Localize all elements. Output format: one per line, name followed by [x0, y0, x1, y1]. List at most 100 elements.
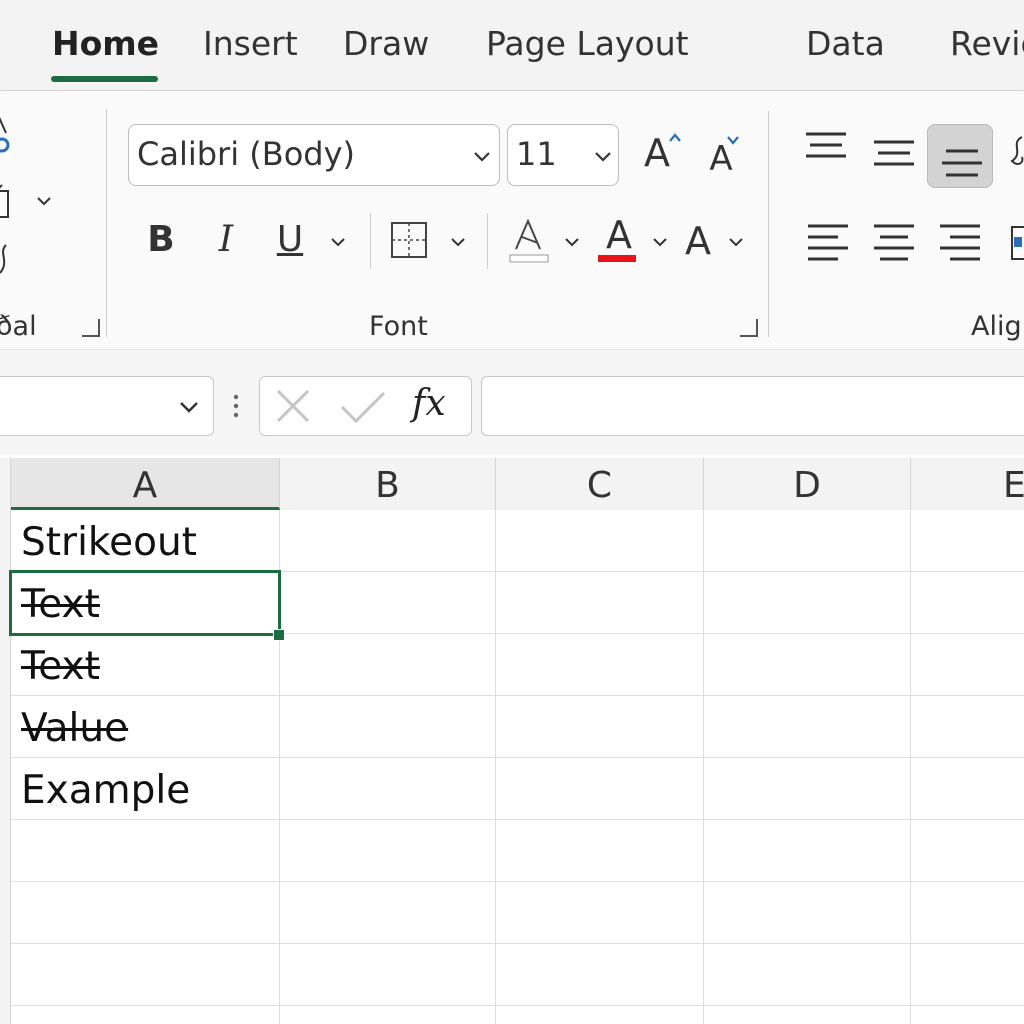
cell[interactable]: [280, 820, 496, 882]
align-right-icon[interactable]: [938, 223, 982, 263]
cell[interactable]: [704, 882, 911, 944]
cell[interactable]: [704, 510, 911, 572]
cell[interactable]: Example: [11, 758, 280, 820]
cell[interactable]: [280, 944, 496, 1006]
cancel-icon[interactable]: [274, 389, 314, 425]
cell[interactable]: [911, 820, 1024, 882]
font-family-dropdown[interactable]: Calibri (Body): [128, 124, 500, 186]
cell[interactable]: [704, 1006, 911, 1024]
column-header-c[interactable]: C: [496, 458, 704, 510]
column-header-a[interactable]: A: [11, 458, 280, 510]
cell[interactable]: [280, 1006, 496, 1024]
tab-page-layout[interactable]: Page Layout: [486, 24, 689, 63]
column-header-b[interactable]: B: [280, 458, 496, 510]
cell[interactable]: [911, 634, 1024, 696]
borders-icon[interactable]: [390, 221, 428, 259]
name-box[interactable]: [0, 376, 214, 436]
merge-center-icon[interactable]: [1010, 223, 1024, 263]
cell[interactable]: [911, 882, 1024, 944]
cell[interactable]: Value: [11, 696, 280, 758]
borders-dropdown-chevron-icon[interactable]: [450, 237, 466, 249]
tab-draw[interactable]: Draw: [343, 24, 429, 63]
clipboard-dialog-launcher-icon[interactable]: [82, 319, 100, 337]
enter-check-icon[interactable]: [338, 389, 388, 425]
cell[interactable]: [911, 510, 1024, 572]
cell[interactable]: [11, 1006, 280, 1024]
cell[interactable]: [496, 758, 704, 820]
bottom-align-button[interactable]: [927, 124, 993, 188]
tab-home[interactable]: Home: [52, 24, 159, 63]
cell[interactable]: [280, 510, 496, 572]
cell[interactable]: [280, 696, 496, 758]
cell[interactable]: [496, 572, 704, 634]
cell[interactable]: [704, 634, 911, 696]
select-all-corner[interactable]: [0, 458, 11, 510]
italic-button[interactable]: I: [213, 219, 239, 260]
cell[interactable]: [911, 758, 1024, 820]
formula-input[interactable]: [481, 376, 1024, 436]
tab-insert[interactable]: Insert: [203, 24, 298, 63]
fill-handle[interactable]: [273, 629, 285, 641]
middle-align-icon[interactable]: [872, 139, 916, 169]
paste-icon[interactable]: [0, 183, 38, 223]
cell[interactable]: [704, 820, 911, 882]
grow-font-glyph: A: [644, 131, 670, 175]
cell[interactable]: [11, 882, 280, 944]
cell[interactable]: [704, 944, 911, 1006]
align-left-icon[interactable]: [806, 223, 850, 263]
cell[interactable]: [280, 882, 496, 944]
cell[interactable]: [280, 572, 496, 634]
underline-dropdown-chevron-icon[interactable]: [330, 237, 346, 249]
cell[interactable]: [11, 820, 280, 882]
cell[interactable]: Text: [11, 634, 280, 696]
font-size-dropdown[interactable]: 11: [507, 124, 619, 186]
decrease-font-size-button[interactable]: A: [706, 139, 736, 179]
cell[interactable]: [496, 510, 704, 572]
font-dialog-launcher-icon[interactable]: [740, 319, 758, 337]
cell[interactable]: [496, 1006, 704, 1024]
fill-color-dropdown-chevron-icon[interactable]: [564, 237, 580, 249]
orientation-icon[interactable]: [1008, 133, 1024, 173]
cell[interactable]: Strikeout: [11, 510, 280, 572]
more-options-icon[interactable]: [230, 392, 242, 422]
text-effects-button[interactable]: A: [680, 219, 716, 263]
cell[interactable]: [496, 634, 704, 696]
divider: [370, 213, 371, 269]
column-header-d[interactable]: D: [704, 458, 911, 510]
cell[interactable]: [911, 572, 1024, 634]
text-effects-dropdown-chevron-icon[interactable]: [728, 237, 744, 249]
clipboard-group-label: ðal: [0, 311, 37, 342]
cell-text: Value: [21, 706, 129, 751]
paste-dropdown-chevron-icon[interactable]: [36, 196, 52, 208]
cell[interactable]: [704, 758, 911, 820]
font-color-button[interactable]: A: [600, 213, 638, 257]
format-painter-icon[interactable]: [0, 243, 12, 277]
cell[interactable]: [704, 572, 911, 634]
font-color-dropdown-chevron-icon[interactable]: [652, 237, 668, 249]
cell[interactable]: [496, 944, 704, 1006]
tab-review[interactable]: Revie: [950, 24, 1024, 63]
group-separator: [768, 111, 769, 337]
align-center-icon[interactable]: [872, 223, 916, 263]
fill-color-icon[interactable]: [508, 215, 550, 265]
top-align-icon[interactable]: [804, 131, 848, 161]
cell[interactable]: [911, 696, 1024, 758]
cell[interactable]: [911, 944, 1024, 1006]
cell[interactable]: [911, 1006, 1024, 1024]
cell[interactable]: [496, 882, 704, 944]
underline-button[interactable]: U: [274, 219, 306, 260]
cell[interactable]: [280, 634, 496, 696]
insert-function-button[interactable]: fx: [412, 383, 446, 424]
cell[interactable]: [11, 944, 280, 1006]
font-family-value: Calibri (Body): [137, 135, 356, 173]
cell[interactable]: [704, 696, 911, 758]
tab-data[interactable]: Data: [806, 24, 885, 63]
cut-icon[interactable]: [0, 109, 14, 159]
alignment-group-label: Alig: [971, 311, 1022, 342]
column-header-e[interactable]: E: [911, 458, 1024, 510]
cell[interactable]: [496, 820, 704, 882]
bold-button[interactable]: B: [145, 219, 177, 260]
cell[interactable]: [496, 696, 704, 758]
cell-text: Text: [21, 644, 100, 689]
cell[interactable]: [280, 758, 496, 820]
